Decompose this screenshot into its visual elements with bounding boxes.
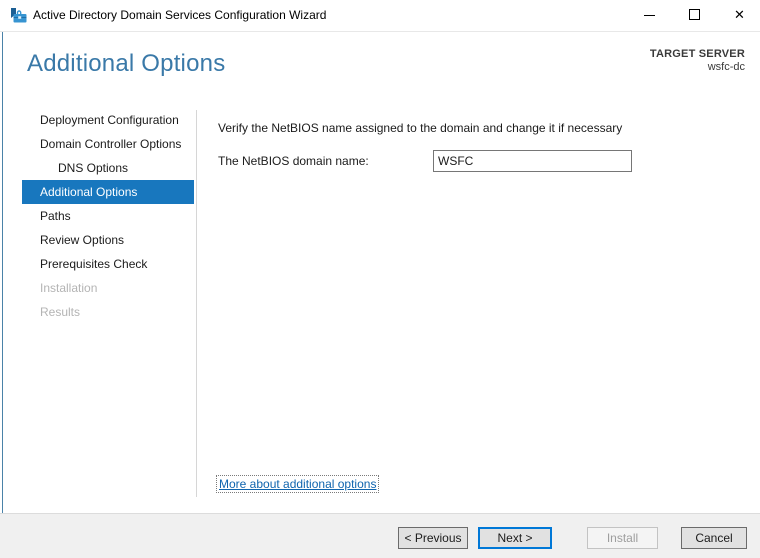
sidebar-item-results: Results: [40, 305, 81, 319]
target-server-label: TARGET SERVER: [649, 48, 745, 60]
close-button[interactable]: ✕: [724, 0, 755, 30]
sidebar-item-additional-options[interactable]: Additional Options: [22, 180, 194, 204]
wizard-toolbox-icon[interactable]: [10, 7, 27, 24]
target-server-name: wsfc-dc: [707, 61, 745, 73]
previous-button[interactable]: < Previous: [398, 527, 468, 549]
minimize-icon: [644, 15, 655, 16]
netbios-domain-name-input[interactable]: [433, 150, 632, 172]
sidebar-item-domain-controller-options[interactable]: Domain Controller Options: [22, 132, 194, 156]
install-button: Install: [587, 527, 658, 549]
maximize-icon: [689, 9, 700, 20]
window-title: Active Directory Domain Services Configu…: [33, 8, 327, 22]
page-title: Additional Options: [27, 50, 226, 77]
sidebar-item-review-options[interactable]: Review Options: [22, 228, 194, 252]
next-button[interactable]: Next >: [478, 527, 552, 549]
maximize-button[interactable]: [679, 0, 710, 30]
instruction-text: Verify the NetBIOS name assigned to the …: [218, 121, 623, 135]
cancel-button[interactable]: Cancel: [681, 527, 747, 549]
sidebar-item-paths[interactable]: Paths: [22, 204, 194, 228]
close-icon: ✕: [734, 7, 745, 22]
wizard-steps-nav: Deployment Configuration Domain Controll…: [0, 108, 196, 324]
title-bar: Active Directory Domain Services Configu…: [0, 0, 760, 32]
more-about-additional-options-link[interactable]: More about additional options: [216, 475, 380, 493]
netbios-field-label: The NetBIOS domain name:: [218, 154, 369, 168]
minimize-button[interactable]: [634, 0, 665, 30]
sidebar-item-installation: Installation: [40, 281, 98, 295]
sidebar-item-prerequisites-check[interactable]: Prerequisites Check: [22, 252, 194, 276]
target-server-block: TARGET SERVER wsfc-dc: [650, 48, 745, 73]
sidebar-item-deployment-configuration[interactable]: Deployment Configuration: [22, 108, 194, 132]
sidebar-item-dns-options[interactable]: DNS Options: [22, 156, 194, 180]
wizard-window: Active Directory Domain Services Configu…: [0, 0, 760, 558]
sidebar-content-divider: [196, 110, 197, 497]
